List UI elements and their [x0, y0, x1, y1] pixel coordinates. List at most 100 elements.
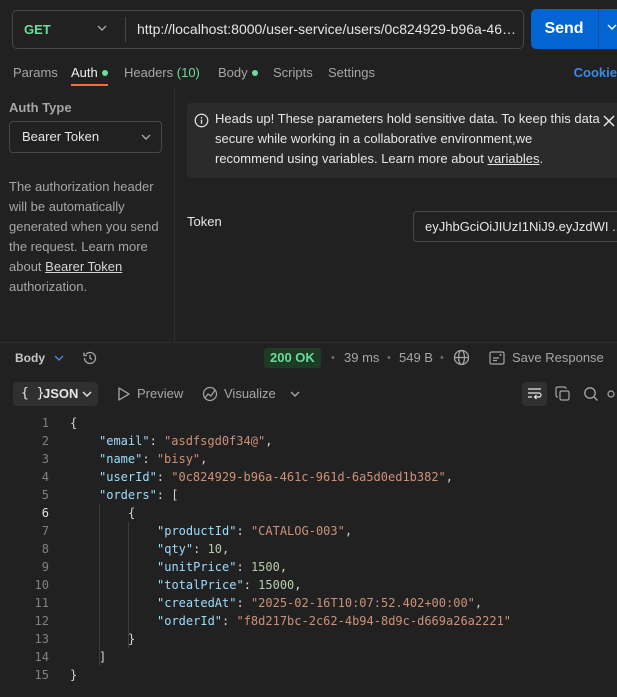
line-number: 6	[41, 506, 49, 520]
preview-button[interactable]: Preview	[137, 385, 183, 403]
json-punctuation: :	[236, 596, 251, 610]
send-button[interactable]: Send	[531, 9, 617, 49]
code-text: "productId": "CATALOG-003",	[157, 522, 352, 540]
json-key: "name"	[99, 452, 143, 466]
separator-dot: •	[387, 352, 391, 364]
code-line: 11 "createdAt": "2025-02-16T10:07:52.402+…	[0, 594, 617, 612]
auth-description: The authorization header will be automat…	[9, 177, 169, 297]
line-number: 12	[34, 614, 49, 628]
line-number: 10	[34, 578, 49, 592]
code-text: "orders": [	[99, 486, 178, 504]
separator-dot: •	[331, 352, 335, 364]
active-tab-indicator	[71, 84, 108, 86]
chevron-down-icon	[97, 25, 107, 31]
json-key: "qty"	[157, 542, 194, 556]
json-punctuation: {	[128, 506, 136, 520]
close-icon[interactable]	[603, 115, 615, 127]
json-key: "userId"	[99, 470, 157, 484]
line-number: 7	[41, 524, 49, 538]
sensitive-data-notice: Heads up! These parameters hold sensitiv…	[187, 103, 617, 178]
history-icon[interactable]	[82, 350, 98, 366]
line-number: 13	[34, 632, 49, 646]
globe-icon[interactable]	[453, 349, 470, 366]
code-line: 10 "totalPrice": 15000,	[0, 576, 617, 594]
code-text: }	[70, 666, 77, 684]
line-number: 4	[41, 470, 49, 484]
url-bar[interactable]: GET http://localhost:8000/user-service/u…	[12, 10, 524, 49]
tab-scripts[interactable]: Scripts	[273, 60, 313, 86]
json-punctuation: ]	[99, 650, 107, 664]
code-text: "name": "bisy",	[99, 450, 207, 468]
separator-dot: •	[440, 352, 444, 364]
json-punctuation: ,	[200, 452, 208, 466]
json-key: "orders"	[99, 488, 157, 502]
format-select[interactable]: { } JSON	[13, 382, 98, 406]
request-tabs: Params Auth Headers (10) Body Scripts Se…	[0, 60, 617, 86]
json-punctuation: ,	[294, 578, 302, 592]
line-number: 2	[41, 434, 49, 448]
chevron-down-icon	[141, 134, 151, 140]
wrap-lines-button[interactable]	[522, 382, 547, 406]
auth-type-select[interactable]: Bearer Token	[9, 121, 162, 153]
code-text: "unitPrice": 1500,	[157, 558, 287, 576]
json-string: "CATALOG-003"	[250, 524, 345, 538]
json-key: "totalPrice"	[157, 578, 244, 592]
url-input[interactable]: http://localhost:8000/user-service/users…	[137, 11, 521, 48]
response-body-dropdown[interactable]: Body	[15, 349, 64, 367]
json-punctuation: ,	[344, 524, 353, 538]
copy-icon[interactable]	[555, 386, 571, 402]
bearer-token-link[interactable]: Bearer Token	[45, 259, 122, 274]
code-line: 3 "name": "bisy",	[0, 450, 617, 468]
json-punctuation: :	[149, 434, 165, 448]
auth-type-label: Auth Type	[9, 100, 72, 115]
token-input[interactable]: eyJhbGciOiJIUzI1NiJ9.eyJzdWI ...	[413, 211, 617, 242]
code-text: {	[70, 414, 77, 432]
search-icon[interactable]	[583, 386, 599, 402]
code-text: ]	[99, 648, 106, 666]
wrap-lines-icon	[528, 388, 542, 400]
tab-auth[interactable]: Auth	[71, 60, 108, 86]
code-text: "qty": 10,	[157, 540, 229, 558]
save-response-button[interactable]: Save Response	[512, 349, 604, 367]
json-key: "createdAt"	[157, 596, 237, 610]
tab-body[interactable]: Body	[218, 60, 258, 86]
status-badge[interactable]: 200 OK	[264, 348, 321, 368]
tab-headers[interactable]: Headers (10)	[124, 60, 200, 86]
tab-label: Body	[218, 65, 248, 80]
code-line: 6{	[0, 504, 617, 522]
json-key: "unitPrice"	[157, 560, 237, 574]
response-time[interactable]: 39 ms	[344, 349, 379, 367]
json-punctuation: ,	[474, 596, 483, 610]
json-punctuation: :	[222, 614, 237, 628]
json-punctuation: :	[156, 470, 172, 484]
json-punctuation: {	[70, 416, 78, 430]
code-text: "orderId": "f8d217bc-2c62-4b94-8d9c-d669…	[157, 612, 511, 630]
method-label: GET	[24, 22, 51, 37]
line-number: 9	[41, 560, 49, 574]
cookies-link[interactable]: Cookie	[574, 60, 617, 86]
code-text: "totalPrice": 15000,	[157, 576, 302, 594]
tab-settings[interactable]: Settings	[328, 60, 375, 86]
tab-params[interactable]: Params	[13, 60, 58, 86]
search-next-icon[interactable]	[607, 390, 617, 398]
visualize-icon	[202, 386, 218, 402]
line-number: 3	[41, 452, 49, 466]
json-key: "productId"	[157, 524, 237, 538]
modified-dot	[101, 70, 108, 76]
code-line: 5 "orders": [	[0, 486, 617, 504]
line-number: 15	[34, 668, 49, 682]
json-punctuation: }	[70, 668, 78, 682]
chevron-down-icon[interactable]	[290, 391, 300, 398]
info-icon	[194, 113, 209, 128]
json-string: "0c824929-b96a-461c-961d-6a5d0ed1b382"	[171, 470, 446, 484]
response-size[interactable]: 549 B	[399, 349, 433, 367]
method-select[interactable]: GET	[13, 11, 125, 48]
visualize-button[interactable]: Visualize	[224, 385, 276, 403]
line-number: 5	[41, 488, 49, 502]
json-punctuation: ,	[222, 542, 230, 556]
variables-link[interactable]: variables	[487, 151, 539, 166]
json-punctuation: ,	[445, 470, 454, 484]
tab-label: Headers	[124, 65, 174, 80]
chevron-down-icon[interactable]	[607, 24, 617, 31]
code-text: "userId": "0c824929-b96a-461c-961d-6a5d0…	[99, 468, 453, 486]
